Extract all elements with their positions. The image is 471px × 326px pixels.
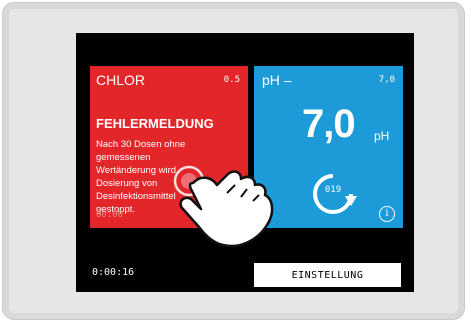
error-heading: FEHLERMELDUNG — [96, 116, 214, 131]
error-line: Desinfektionsmittel — [96, 191, 176, 202]
info-icon[interactable]: i — [226, 206, 242, 222]
ph-value: 7,0 — [302, 102, 356, 146]
error-line: Nach 30 Dosen ohne — [96, 139, 186, 150]
ph-unit: pH — [374, 129, 390, 143]
settings-button[interactable]: EINSTELLUNG — [254, 263, 401, 287]
chlor-title: CHLOR — [96, 72, 146, 88]
display-screen: CHLOR 0.5 FEHLERMELDUNG Nach 30 Dosen oh… — [76, 33, 414, 292]
error-line: gemessenen — [96, 152, 151, 163]
error-message: Nach 30 Dosen ohne gemessenen Wertänderu… — [96, 138, 242, 216]
ph-panel[interactable]: pH – 7,0 7,0 pH 019 i — [254, 66, 403, 228]
dose-counter: 019 — [324, 185, 342, 195]
info-icon[interactable]: i — [379, 206, 395, 222]
error-line: Dosierung von — [96, 178, 158, 189]
chlor-setpoint: 0.5 — [223, 75, 240, 85]
chlor-faded-time: 00:00 — [96, 210, 124, 220]
ph-setpoint: 7,0 — [378, 75, 395, 85]
ph-title: pH – — [262, 72, 292, 88]
error-line: Wertänderung wird — [96, 165, 177, 176]
elapsed-timer: 0:00:16 — [92, 267, 135, 278]
refresh-cycle-icon: 019 — [305, 166, 361, 222]
chlor-error-panel[interactable]: CHLOR 0.5 FEHLERMELDUNG Nach 30 Dosen oh… — [90, 66, 248, 228]
device-housing: CHLOR 0.5 FEHLERMELDUNG Nach 30 Dosen oh… — [2, 2, 465, 320]
